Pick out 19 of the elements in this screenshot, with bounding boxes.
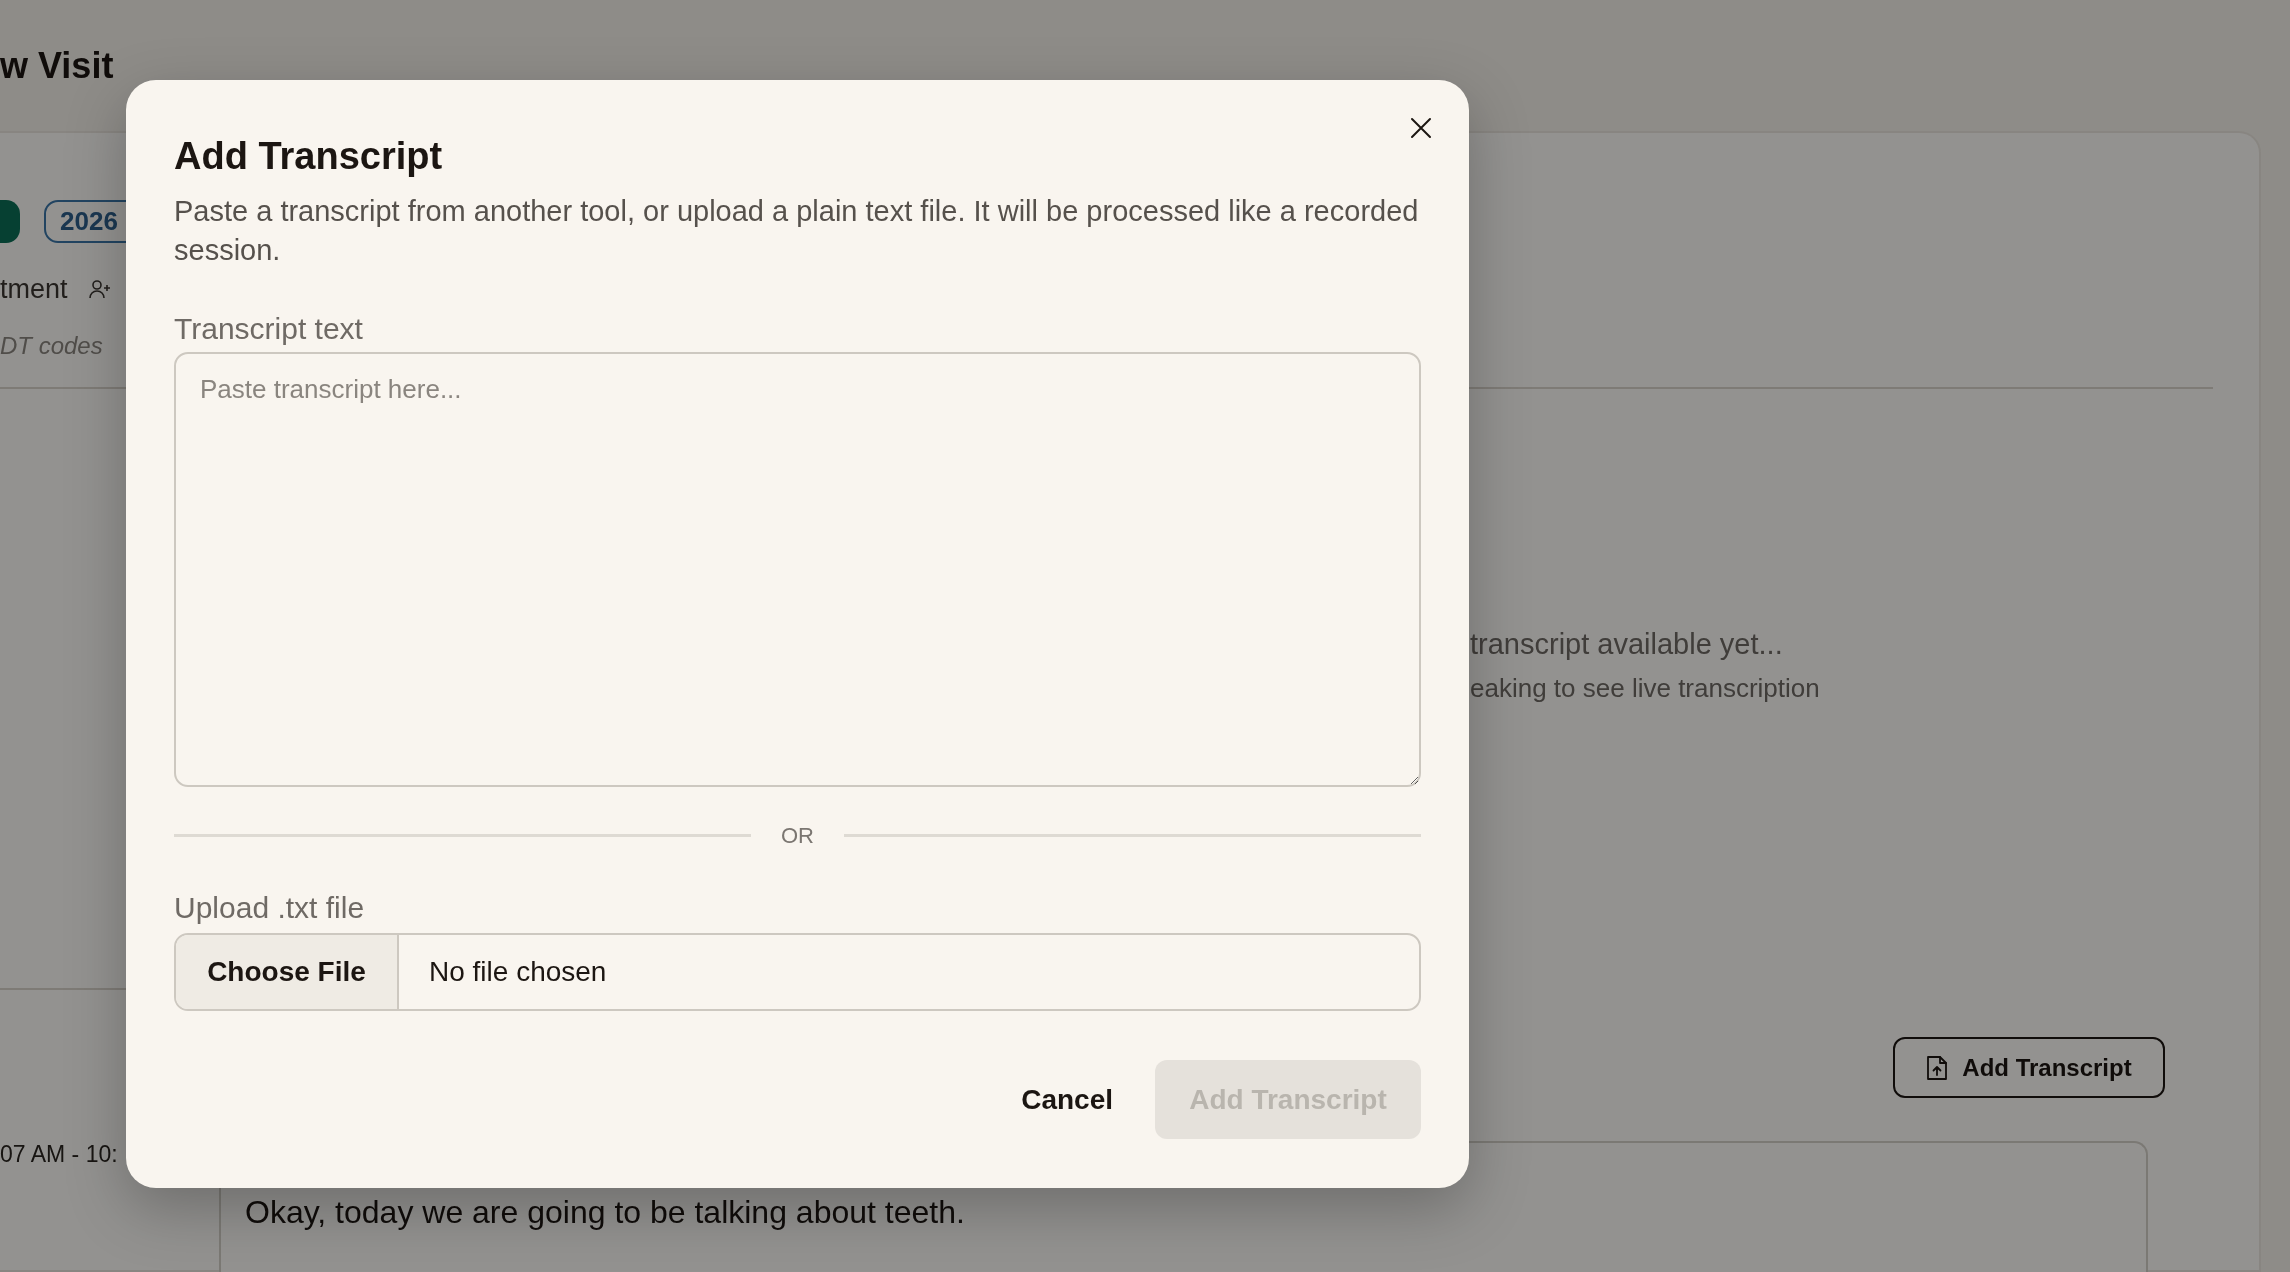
close-button[interactable] bbox=[1409, 116, 1433, 140]
file-upload-icon bbox=[1926, 1054, 1949, 1081]
field-label: Transcript text bbox=[174, 311, 364, 347]
cancel-button[interactable]: Cancel bbox=[1001, 1060, 1133, 1139]
time-range-text: 07 AM - 10: bbox=[0, 1140, 118, 1169]
visit-type-text: tment bbox=[0, 273, 68, 306]
person-add-icon bbox=[87, 277, 112, 301]
transcript-textarea[interactable]: Paste transcript here... bbox=[174, 352, 1421, 787]
add-transcript-button[interactable]: Add Transcript bbox=[1893, 1037, 2165, 1098]
empty-state-title: transcript available yet... bbox=[1470, 627, 1783, 662]
page-title: w Visit bbox=[0, 44, 114, 88]
field-label: Upload .txt file bbox=[174, 890, 366, 926]
divider-label: OR bbox=[781, 821, 814, 850]
modal-title: Add Transcript bbox=[174, 134, 444, 179]
transcript-text: Okay, today we are going to be talking about teeth. bbox=[245, 1193, 965, 1232]
file-name-text: No file chosen bbox=[428, 955, 607, 989]
codes-hint-text: DT codes bbox=[0, 331, 103, 361]
choose-file-button[interactable]: Choose File bbox=[176, 935, 399, 1009]
empty-state-subtitle: eaking to see live transcription bbox=[1470, 672, 1820, 705]
